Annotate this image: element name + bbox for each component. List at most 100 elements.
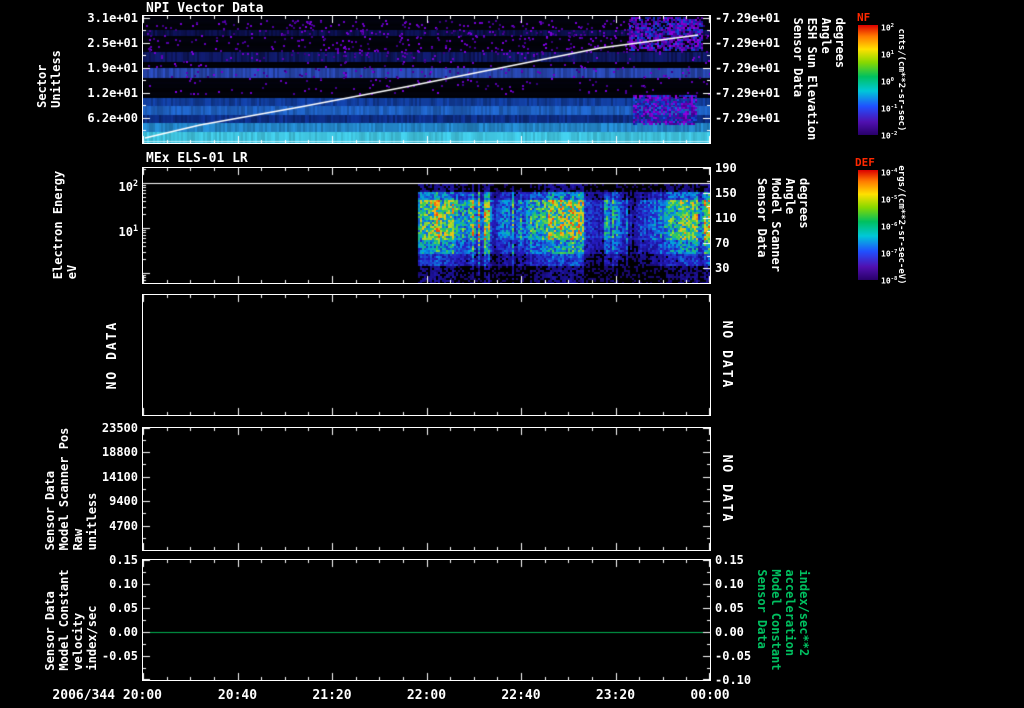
p4-no-data-right-label-line: NO DATA — [719, 454, 734, 524]
x-axis-tick-label: 00:00 — [690, 688, 730, 703]
p5-left-axis-label-line: velocity — [71, 612, 85, 671]
p5-right-axis-label-line: index/sec**2 — [797, 569, 811, 657]
p5-left-tick: 0.10 — [109, 577, 138, 591]
nf-colorbar-tick: 100 — [881, 77, 895, 87]
p5-right-tick: 0.15 — [715, 553, 744, 567]
p1-right-axis-label-line: ESH Sun Elevation — [805, 17, 819, 141]
p4-left-axis-label-line: Model Scanner Pos — [57, 427, 71, 551]
p2-left-axis-label-line: Electron Energy — [51, 170, 65, 280]
p4-left-axis-label-line: Raw — [71, 528, 85, 551]
els-spectrogram-canvas — [143, 168, 710, 283]
p5-left-axis-label-line: Model Constant — [57, 569, 71, 671]
p4-left-tick: 14100 — [101, 470, 138, 484]
p4-left-axis-label-line: Sensor Data — [43, 470, 57, 551]
def-colorbar-tick: 10-7 — [881, 249, 898, 259]
p1-right-tick: -7.29e+01 — [715, 11, 781, 25]
x-axis-tick-label: 21:20 — [312, 688, 352, 703]
p5-left-axis-label-line: Sensor Data — [43, 591, 57, 671]
p4-left-tick: 18800 — [101, 445, 138, 459]
def-colorbar-units: ergs/(cm**2-sr-sec-eV) — [896, 165, 906, 284]
panel-no-data-1 — [142, 294, 711, 416]
scanner-pos-canvas — [143, 428, 710, 550]
def-colorbar-units-line: ergs/(cm**2-sr-sec-eV) — [896, 165, 906, 285]
model-constant-canvas — [143, 560, 710, 680]
panel-npi-spectrogram — [142, 15, 711, 144]
p1-right-axis-label: Sensor Data ESH Sun Elevation Angle degrees — [791, 17, 847, 141]
p2-left-axis-label: Electron Energy eV — [51, 170, 79, 280]
p2-right-axis-label: Sensor Data Model Scanner Angle degrees — [755, 178, 811, 272]
p4-no-data-right-label: NO DATA — [719, 454, 734, 524]
nf-colorbar-title: NF — [857, 11, 871, 24]
nf-colorbar-tick: 101 — [881, 50, 895, 60]
p5-right-axis-label-line: Sensor Data — [755, 569, 769, 649]
panel-els-spectrogram — [142, 167, 711, 284]
p1-right-axis-label-line: Angle — [819, 17, 833, 54]
nf-colorbar-tick: 10-1 — [881, 104, 898, 114]
p3-no-data-right-label-line: NO DATA — [719, 320, 734, 390]
npi-spectrogram-canvas — [143, 16, 710, 143]
p4-left-tick: 9400 — [109, 494, 138, 508]
p1-left-axis-label-line: Unitless — [49, 50, 63, 108]
p4-left-axis-label: Sensor Data Model Scanner Pos Raw unitless — [43, 427, 99, 551]
p2-right-tick: 70 — [715, 236, 730, 250]
p1-left-tick: 2.5e+01 — [87, 36, 138, 50]
p2-right-axis-label-line: Angle — [783, 178, 797, 215]
p5-left-axis-label: Sensor Data Model Constant velocity index/s… — [43, 569, 99, 671]
nf-colorbar-units: cnts/(cm**2-sr-sec) — [896, 29, 906, 132]
nf-colorbar — [858, 25, 878, 135]
p5-left-axis-label-line: index/sec — [85, 605, 99, 671]
p4-left-tick: 23500 — [101, 421, 138, 435]
x-axis-tick-label: 22:40 — [501, 688, 541, 703]
p5-right-tick: -0.05 — [715, 649, 752, 663]
p2-right-axis-label-line: degrees — [797, 178, 811, 229]
panel-model-constant — [142, 559, 711, 681]
p5-left-tick: 0.05 — [109, 601, 138, 615]
p2-left-tick: 102 — [118, 178, 139, 194]
plot-figure: NPI Vector Data MEx ELS-01 LR NF DEF 3.1… — [0, 0, 1024, 708]
nf-colorbar-tick: 102 — [881, 23, 895, 33]
nf-colorbar-tick: 10-2 — [881, 131, 898, 141]
panel1-title: NPI Vector Data — [146, 1, 264, 16]
p1-right-tick: -7.29e+01 — [715, 86, 781, 100]
p5-left-tick: -0.05 — [101, 649, 138, 663]
p2-left-tick: 101 — [118, 223, 139, 239]
x-axis-tick-label: 20:40 — [217, 688, 258, 703]
p2-right-tick: 30 — [715, 261, 730, 275]
p5-right-tick: 0.10 — [715, 577, 744, 591]
p2-right-tick: 190 — [715, 161, 737, 175]
p5-left-tick: 0.15 — [109, 553, 138, 567]
def-colorbar-tick: 10-8 — [881, 276, 898, 286]
p5-right-tick: -0.10 — [715, 673, 752, 687]
def-colorbar-title: DEF — [855, 156, 875, 169]
x-axis-tick-label: 23:20 — [595, 688, 636, 703]
p1-right-tick: -7.29e+01 — [715, 61, 781, 75]
def-colorbar-tick: 10-4 — [881, 168, 898, 178]
p2-right-tick: 110 — [715, 211, 737, 225]
def-colorbar — [858, 170, 878, 280]
p3-no-data-left-label-line: NO DATA — [105, 320, 120, 390]
p1-left-tick: 1.2e+01 — [87, 86, 138, 100]
p1-left-tick: 3.1e+01 — [87, 11, 138, 25]
panel2-title: MEx ELS-01 LR — [146, 151, 248, 166]
p5-right-axis-label-line: Model Constant — [769, 569, 783, 671]
x-axis-tick-label: 22:00 — [406, 688, 447, 703]
p1-right-tick: -7.29e+01 — [715, 36, 781, 50]
p1-right-axis-label-line: Sensor Data — [791, 17, 805, 98]
p1-left-tick: 6.2e+00 — [87, 111, 138, 125]
p5-left-tick: 0.00 — [109, 625, 138, 639]
p5-right-axis-label-line: acceleration — [783, 569, 797, 657]
p1-right-axis-label-line: degrees — [833, 17, 847, 69]
p5-right-tick: 0.00 — [715, 625, 744, 639]
p5-right-tick: 0.05 — [715, 601, 744, 615]
p5-right-axis-label: Sensor Data Model Constant acceleration ind… — [755, 569, 811, 671]
nf-colorbar-units-line: cnts/(cm**2-sr-sec) — [896, 28, 906, 132]
p2-left-axis-label-line: eV — [65, 264, 79, 280]
p1-left-tick: 1.9e+01 — [87, 61, 138, 75]
p2-right-tick: 150 — [715, 186, 737, 200]
def-colorbar-tick: 10-6 — [881, 222, 898, 232]
p1-right-tick: -7.29e+01 — [715, 111, 781, 125]
p2-right-axis-label-line: Model Scanner — [769, 178, 783, 272]
x-axis-date-label: 2006/344 20:00 — [52, 688, 162, 703]
p1-left-axis-label: Sector Unitless — [35, 50, 63, 108]
no-data-1-canvas — [143, 295, 710, 415]
